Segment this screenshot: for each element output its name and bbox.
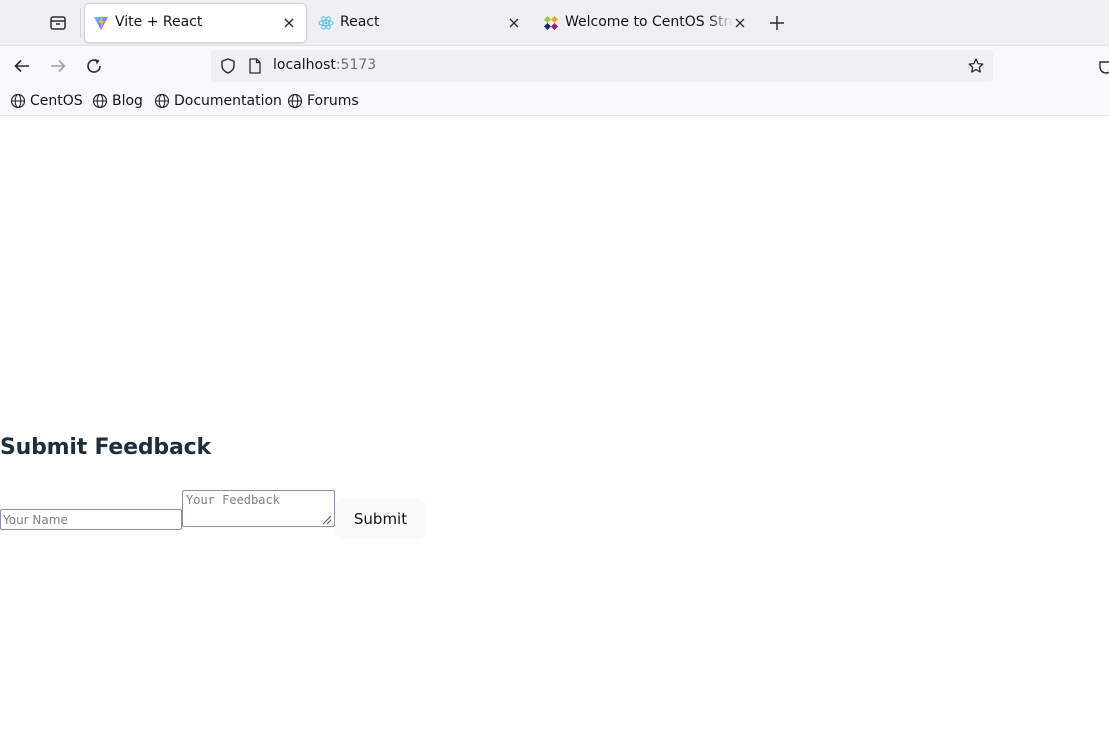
- back-arrow-icon: [14, 59, 29, 73]
- back-button[interactable]: [12, 56, 32, 76]
- page-title: Submit Feedback: [0, 435, 211, 460]
- forward-button[interactable]: [48, 56, 68, 76]
- tab-strip: Vite + React React Welcome to CentOS Str…: [0, 0, 1109, 46]
- tab-centos-welcome[interactable]: Welcome to CentOS Strea: [535, 4, 755, 42]
- tab-title: Welcome to CentOS Strea: [565, 14, 733, 30]
- globe-icon: [154, 93, 170, 109]
- bookmark-star-icon[interactable]: [968, 58, 984, 74]
- pocket-icon[interactable]: [1098, 59, 1109, 75]
- tab-react[interactable]: React: [310, 4, 528, 42]
- bookmark-label: Documentation: [174, 93, 282, 109]
- firefox-view-button[interactable]: [46, 11, 70, 35]
- url-port: :5173: [335, 57, 377, 73]
- tab-vite-react[interactable]: Vite + React: [85, 4, 306, 42]
- bookmark-forums[interactable]: Forums: [287, 92, 359, 110]
- tab-separator: [80, 8, 81, 38]
- page-content: Submit Feedback Submit: [0, 117, 1109, 739]
- tab-title: React: [340, 14, 380, 30]
- close-icon: [735, 18, 745, 28]
- new-tab-button[interactable]: [767, 13, 787, 33]
- bookmark-blog[interactable]: Blog: [92, 92, 143, 110]
- url-bar[interactable]: localhost:5173: [211, 50, 993, 82]
- globe-icon: [10, 93, 26, 109]
- tab-title: Vite + React: [115, 14, 203, 30]
- bookmark-documentation[interactable]: Documentation: [154, 92, 282, 110]
- forward-arrow-icon: [51, 59, 66, 73]
- feedback-textarea[interactable]: [182, 490, 335, 527]
- reload-icon: [87, 58, 101, 73]
- bookmark-label: Blog: [112, 93, 143, 109]
- reload-button[interactable]: [84, 56, 104, 76]
- submit-button[interactable]: Submit: [335, 499, 426, 539]
- bookmarks-toolbar: CentOS Blog Documentation Forums: [0, 86, 1109, 116]
- name-input[interactable]: [0, 509, 182, 530]
- close-icon: [509, 18, 519, 28]
- url-text[interactable]: localhost:5173: [273, 57, 376, 73]
- react-icon: [318, 16, 334, 30]
- bookmark-label: Forums: [307, 93, 359, 109]
- firefox-view-icon: [50, 16, 66, 30]
- bookmark-centos[interactable]: CentOS: [10, 92, 83, 110]
- navigation-toolbar: localhost:5173: [0, 46, 1109, 86]
- tab-close-button[interactable]: [506, 15, 522, 31]
- globe-icon: [287, 93, 303, 109]
- centos-icon: [543, 15, 559, 31]
- url-host: localhost: [273, 57, 336, 73]
- page-info-icon[interactable]: [248, 58, 262, 74]
- tab-close-button[interactable]: [732, 15, 748, 31]
- tracking-protection-shield-icon[interactable]: [220, 58, 236, 74]
- close-icon: [284, 18, 294, 28]
- tab-close-button[interactable]: [281, 15, 297, 31]
- bookmark-label: CentOS: [30, 93, 83, 109]
- globe-icon: [92, 93, 108, 109]
- plus-icon: [770, 16, 784, 30]
- vite-icon: [94, 16, 108, 30]
